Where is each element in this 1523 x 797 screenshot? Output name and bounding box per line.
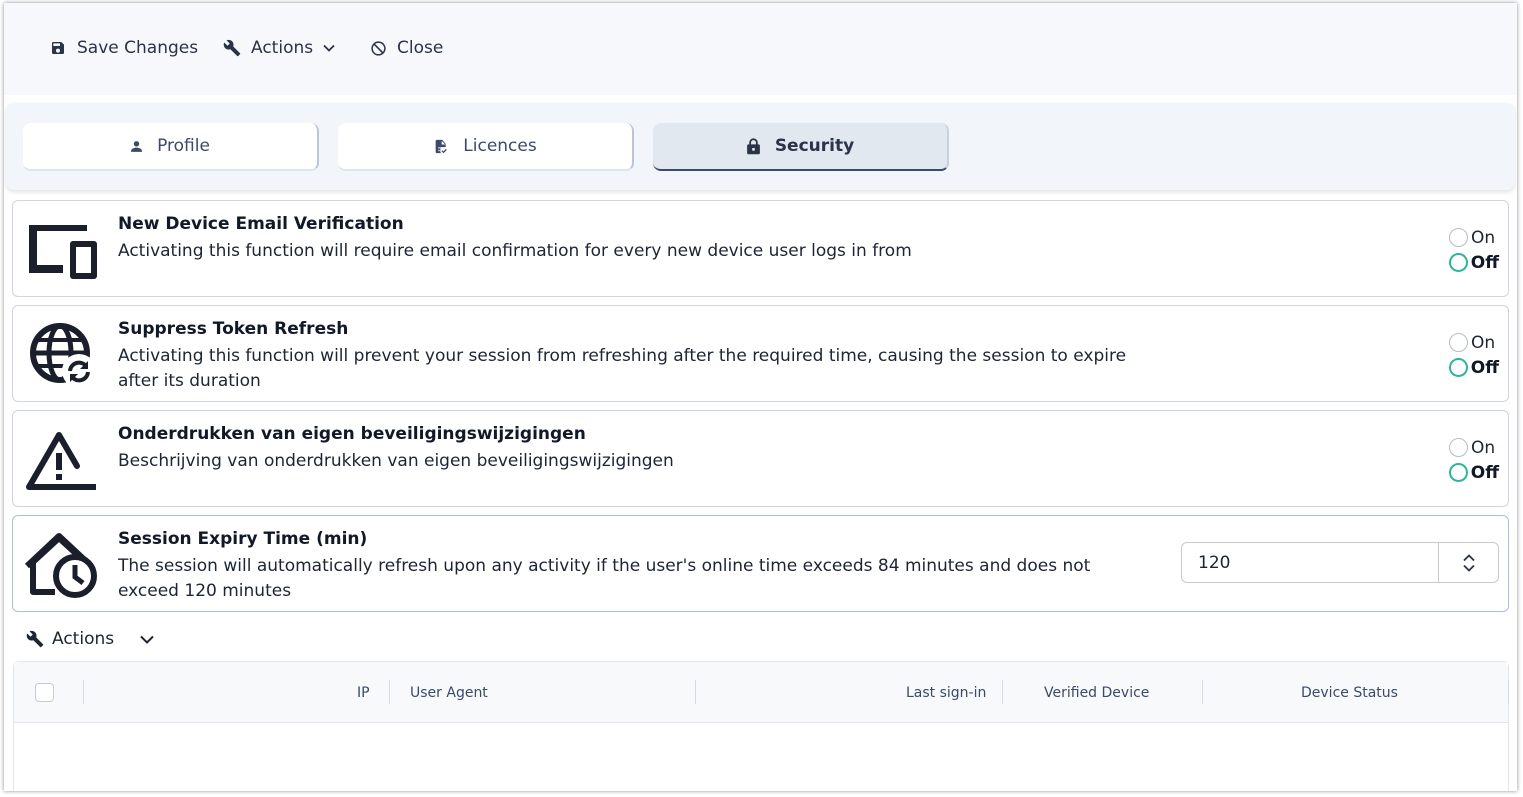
tab-bar: Profile Licences Security [6, 103, 1515, 190]
session-expiry-input[interactable] [1182, 543, 1438, 582]
column-divider [695, 680, 696, 704]
person-icon [130, 140, 143, 153]
column-divider [1508, 680, 1509, 704]
tab-licences-label: Licences [463, 136, 537, 156]
session-expiry-stepper[interactable] [1181, 542, 1499, 583]
globe-refresh-icon [25, 323, 101, 388]
radio-circle [1449, 438, 1468, 457]
app-window: Save Changes Actions Close Profile Licen… [4, 3, 1517, 791]
radio-on[interactable]: On [1449, 330, 1499, 355]
setting-description: The session will automatically refresh u… [118, 556, 1091, 601]
column-divider [1002, 680, 1003, 704]
tab-profile[interactable]: Profile [23, 123, 319, 171]
radio-circle [1449, 253, 1468, 272]
on-off-radio-group: On Off [1449, 435, 1499, 485]
radio-off[interactable]: Off [1449, 460, 1499, 485]
column-header-user-agent[interactable]: User Agent [410, 662, 488, 723]
wrench-icon [26, 630, 44, 648]
setting-title: New Device Email Verification [118, 214, 404, 234]
block-icon [368, 38, 388, 58]
radio-circle [1449, 228, 1468, 247]
select-all-checkbox[interactable] [35, 683, 54, 702]
device-actions-label: Actions [52, 629, 115, 649]
radio-circle [1449, 333, 1468, 352]
tab-security-label: Security [774, 136, 855, 156]
on-off-radio-group: On Off [1449, 330, 1499, 380]
radio-on-label: On [1471, 332, 1496, 353]
save-button-label: Save Changes [77, 38, 199, 58]
setting-card-session-expiry: Session Expiry Time (min) The session wi… [12, 515, 1509, 612]
setting-title: Session Expiry Time (min) [118, 529, 368, 549]
setting-description: Beschrijving van onderdrukken van eigen … [118, 451, 674, 471]
radio-on[interactable]: On [1449, 225, 1499, 250]
tab-licences[interactable]: Licences [338, 123, 634, 171]
radio-off-label: Off [1470, 462, 1499, 483]
home-clock-icon [25, 533, 101, 598]
toolbar: Save Changes Actions Close [4, 3, 1517, 95]
chevron-down-icon [323, 44, 335, 52]
radio-on-label: On [1471, 227, 1496, 248]
chevron-up-icon[interactable] [1462, 553, 1475, 562]
column-header-verified-device[interactable]: Verified Device [1044, 662, 1149, 723]
wrench-icon [222, 38, 242, 58]
radio-on[interactable]: On [1449, 435, 1499, 460]
setting-description: Activating this function will prevent yo… [118, 346, 1127, 391]
close-button[interactable]: Close [368, 35, 443, 61]
column-divider [389, 680, 390, 704]
on-off-radio-group: On Off [1449, 225, 1499, 275]
setting-title: Suppress Token Refresh [118, 319, 349, 339]
column-header-device-status[interactable]: Device Status [1301, 662, 1398, 723]
warning-minus-icon [25, 429, 101, 491]
tab-profile-label: Profile [157, 136, 210, 156]
devices-table: IP User Agent Last sign-in Verified Devi… [13, 661, 1509, 791]
close-button-label: Close [397, 38, 444, 58]
save-icon [48, 38, 68, 58]
radio-off[interactable]: Off [1449, 250, 1499, 275]
tab-security[interactable]: Security [653, 123, 949, 171]
table-header: IP User Agent Last sign-in Verified Devi… [14, 662, 1509, 723]
column-divider [83, 680, 84, 704]
stepper-controls [1438, 543, 1498, 582]
document-check-icon [433, 138, 449, 155]
actions-button-label: Actions [251, 38, 314, 58]
lock-icon [746, 137, 761, 155]
setting-card-suppress-own-security-changes: Onderdrukken van eigen beveiligingswijzi… [12, 410, 1509, 507]
column-divider [1202, 680, 1203, 704]
actions-menu-button[interactable]: Actions [222, 35, 335, 61]
column-header-ip[interactable]: IP [357, 662, 370, 723]
radio-off-label: Off [1470, 252, 1499, 273]
setting-description: Activating this function will require em… [118, 241, 912, 261]
radio-circle [1449, 358, 1468, 377]
radio-on-label: On [1471, 437, 1496, 458]
devices-icon [25, 219, 101, 281]
setting-title: Onderdrukken van eigen beveiligingswijzi… [118, 424, 586, 444]
chevron-down-icon [140, 635, 154, 644]
column-header-last-sign-in[interactable]: Last sign-in [906, 662, 986, 723]
save-button[interactable]: Save Changes [48, 35, 198, 61]
setting-card-new-device-verification: New Device Email Verification Activating… [12, 200, 1509, 297]
device-actions-button[interactable]: Actions [26, 629, 154, 649]
radio-off-label: Off [1470, 357, 1499, 378]
radio-circle [1449, 463, 1468, 482]
radio-off[interactable]: Off [1449, 355, 1499, 380]
chevron-down-icon[interactable] [1462, 564, 1475, 572]
setting-card-suppress-token-refresh: Suppress Token Refresh Activating this f… [12, 305, 1509, 402]
